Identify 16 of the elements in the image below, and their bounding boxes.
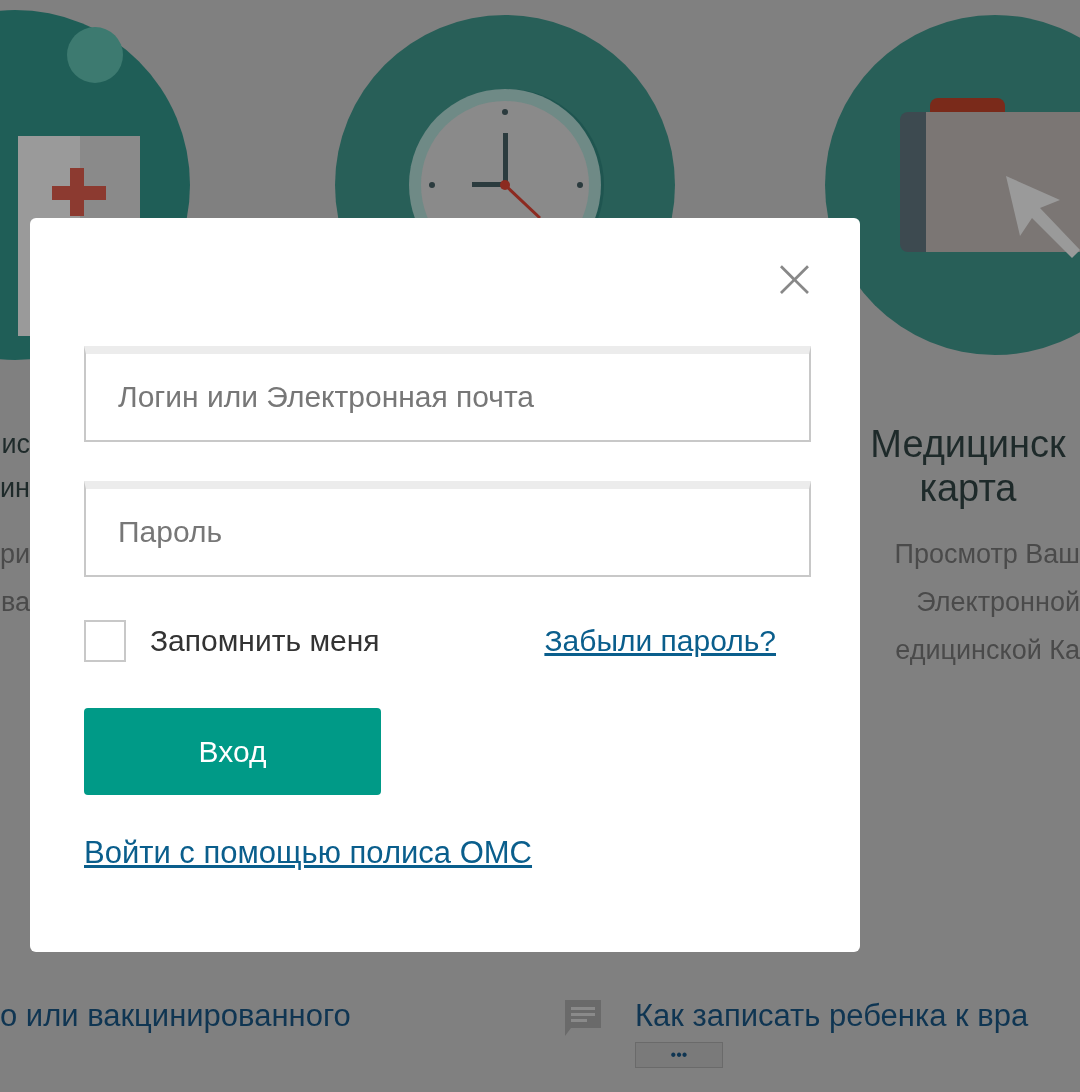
article-link[interactable]: о или вакцинированного (0, 998, 351, 1034)
card-title: ин (0, 472, 30, 505)
password-field[interactable]: Пароль (84, 481, 811, 577)
login-button[interactable]: Вход (84, 708, 381, 795)
close-button[interactable]: × (771, 256, 818, 300)
card-title: карта (918, 466, 1018, 510)
login-field[interactable]: Логин или Электронная почта (84, 346, 811, 442)
remember-checkbox[interactable] (84, 620, 126, 662)
more-button[interactable]: ••• (635, 1042, 723, 1068)
remember-label: Запомнить меня (150, 624, 380, 658)
oms-login-link[interactable]: Войти с помощью полиса ОМС (84, 835, 532, 871)
article-link[interactable]: Как записать ребенка к вра (635, 998, 1029, 1034)
card-title: Медицинск (869, 422, 1067, 466)
comment-icon (563, 998, 603, 1038)
forgot-password-link[interactable]: Забыли пароль? (544, 624, 776, 658)
card-title: ис (0, 428, 30, 461)
